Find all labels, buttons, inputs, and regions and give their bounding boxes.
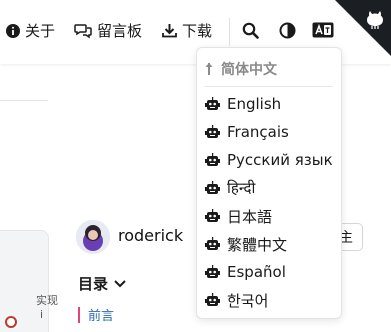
robot-icon — [205, 293, 220, 307]
info-circle-icon — [6, 23, 20, 38]
nav-download-link[interactable]: 下载 — [162, 20, 212, 41]
arrow-up-icon — [205, 62, 213, 76]
author-name[interactable]: roderick — [118, 226, 183, 245]
language-button[interactable] — [312, 22, 334, 42]
robot-icon — [205, 209, 220, 223]
menu-divider — [205, 86, 333, 87]
search-icon — [242, 22, 259, 43]
language-option-english[interactable]: English — [205, 92, 281, 116]
toc-title: 目录 — [78, 275, 109, 293]
robot-icon — [205, 237, 220, 251]
toc-toggle[interactable]: 目录 — [78, 273, 126, 294]
robot-icon — [205, 153, 220, 167]
language-option-label: 日本語 — [227, 207, 273, 226]
content-divider — [0, 100, 48, 101]
language-option-label: English — [227, 95, 282, 113]
github-octocat-icon — [365, 8, 385, 30]
language-option-label: Français — [227, 123, 289, 141]
comments-icon — [74, 23, 92, 39]
language-option-spanish[interactable]: Español — [205, 260, 286, 284]
language-current: 简体中文 — [205, 58, 277, 80]
language-option-french[interactable]: Français — [205, 120, 289, 144]
toc-active-marker — [78, 306, 80, 323]
nav-download-label: 下载 — [182, 22, 213, 40]
toc-item-label: 前言 — [88, 309, 115, 324]
language-option-russian[interactable]: Русский язык — [205, 148, 333, 172]
download-icon — [162, 23, 177, 38]
language-current-label: 简体中文 — [221, 62, 277, 78]
nav-guestbook-label: 留言板 — [97, 22, 143, 40]
side-card-marker — [5, 316, 17, 328]
theme-toggle-icon — [279, 22, 296, 43]
theme-toggle-button[interactable] — [278, 22, 296, 43]
toc-item[interactable]: 前言 — [78, 305, 114, 324]
nav-about-label: 关于 — [25, 22, 56, 40]
language-option-label: 繁體中文 — [227, 235, 288, 254]
robot-icon — [205, 97, 220, 111]
language-option-label: हिन्दी — [227, 179, 256, 197]
chevron-down-icon — [114, 279, 126, 288]
language-option-label: Español — [227, 263, 286, 281]
language-dropdown: 简体中文 English Français Русский язык हिन्द… — [196, 47, 342, 319]
language-icon — [312, 22, 334, 42]
nav-about-link[interactable]: 关于 — [6, 20, 55, 41]
language-option-hindi[interactable]: हिन्दी — [205, 176, 255, 200]
language-option-korean[interactable]: 한국어 — [205, 288, 268, 312]
language-option-label: Русский язык — [227, 151, 333, 169]
avatar[interactable] — [76, 220, 110, 254]
nav-guestbook-link[interactable]: 留言板 — [74, 20, 142, 41]
robot-icon — [205, 125, 220, 139]
toolbar-divider — [229, 18, 230, 46]
page: 关于 留言板 下载 实现 i roderick 主 目录 前言 简体中文 Eng… — [0, 0, 391, 332]
language-option-japanese[interactable]: 日本語 — [205, 204, 272, 228]
search-button[interactable] — [241, 22, 259, 43]
robot-icon — [205, 265, 220, 279]
language-option-label: 한국어 — [227, 291, 269, 310]
side-card-text: 实现 — [36, 294, 58, 307]
side-card-text-2: i — [40, 308, 44, 321]
robot-icon — [205, 181, 220, 195]
language-option-traditional-chinese[interactable]: 繁體中文 — [205, 232, 287, 256]
